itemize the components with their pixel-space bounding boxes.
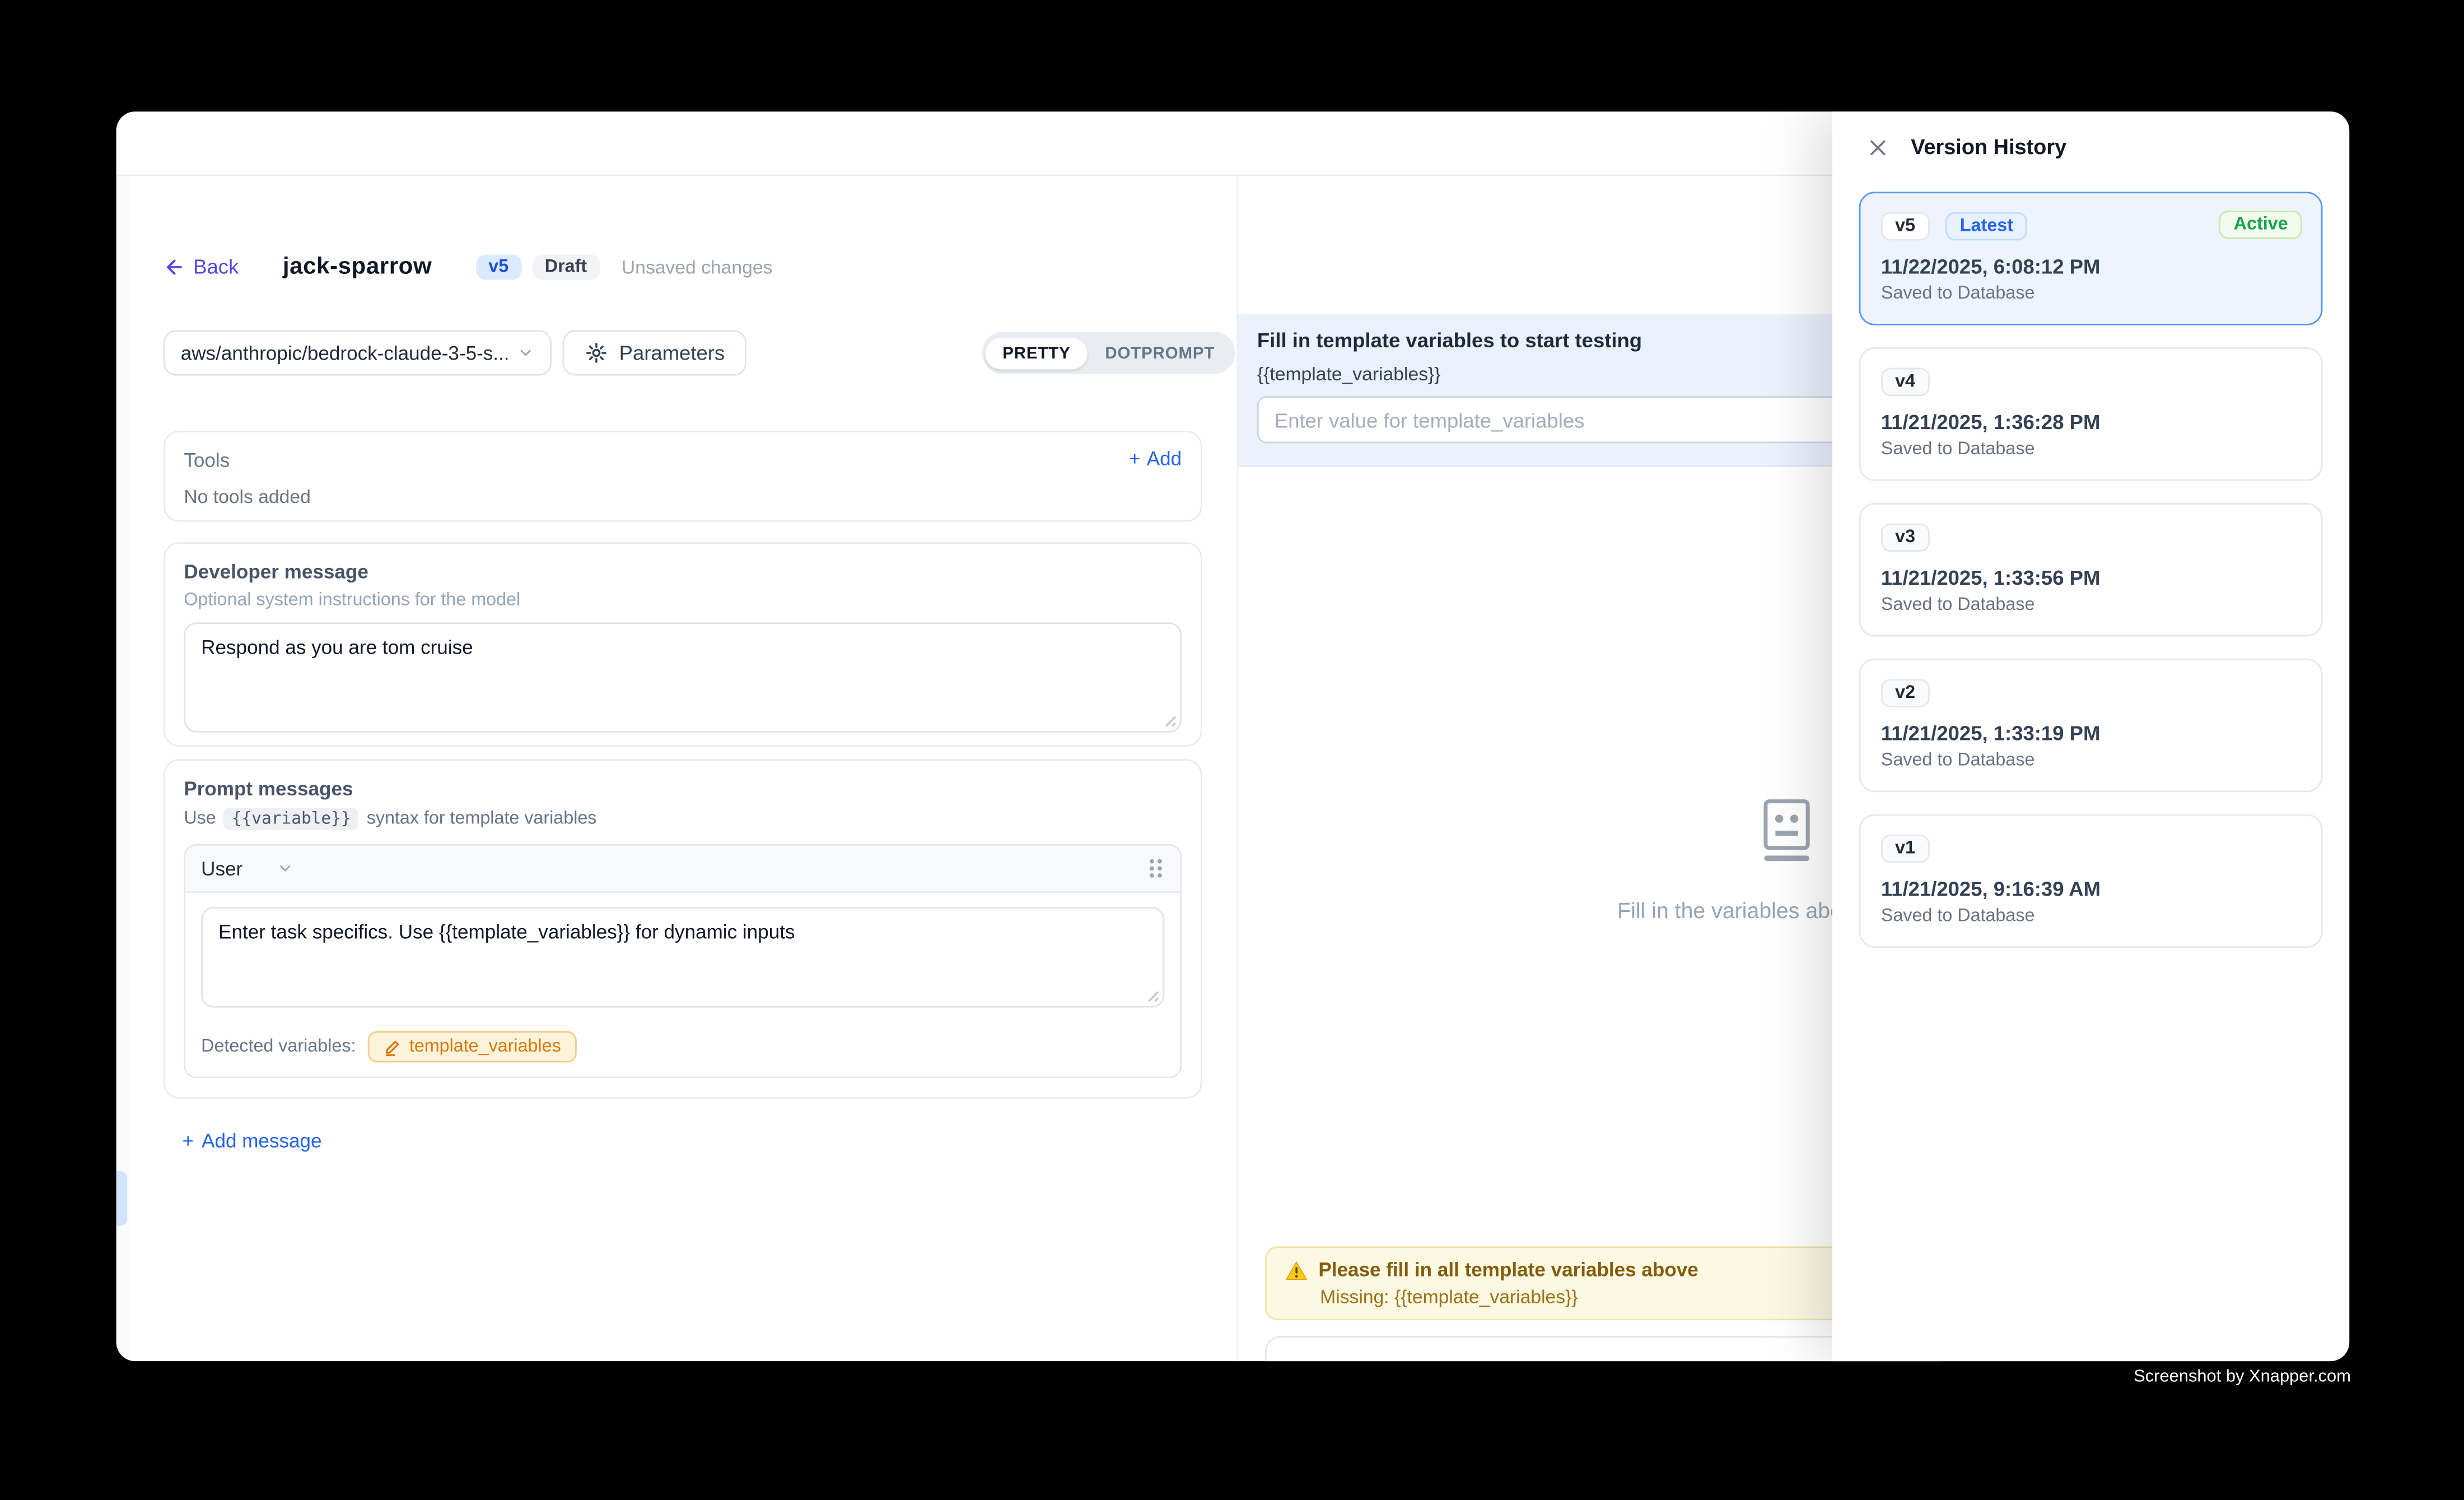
prompt-syntax-hint: Use {{variable}} syntax for template var… [184,808,1182,830]
version-history-title: Version History [1911,135,2066,159]
left-strip-indicator [116,1171,128,1226]
warning-title-text: Please fill in all template variables ab… [1318,1259,1698,1281]
left-edge-strip [116,176,130,1361]
version-list: v5 Latest Active 11/22/2025, 6:08:12 PM … [1832,179,2349,948]
version-status: Saved to Database [1881,440,2300,459]
draft-badge: Draft [532,254,599,279]
version-card-v4[interactable]: v4 11/21/2025, 1:36:28 PM Saved to Datab… [1859,347,2323,481]
version-date: 11/21/2025, 1:36:28 PM [1881,410,2300,434]
version-number-badge: v2 [1881,679,1929,707]
variable-syntax-chip: {{variable}} [224,808,359,830]
version-number-badge: v4 [1881,368,1929,397]
version-history-panel: Version History v5 Latest Active 11/22/2… [1832,111,2349,1361]
gear-icon [585,341,608,365]
back-button[interactable]: Back [164,255,239,278]
toggle-dotprompt[interactable]: DOTPROMPT [1088,337,1232,369]
detected-variables-label: Detected variables: [201,1037,356,1056]
version-card-v1[interactable]: v1 11/21/2025, 9:16:39 AM Saved to Datab… [1859,814,2323,948]
version-status: Saved to Database [1881,907,2300,926]
version-card-v5[interactable]: v5 Latest Active 11/22/2025, 6:08:12 PM … [1859,192,2323,325]
back-label: Back [193,255,239,278]
version-date: 11/21/2025, 1:33:56 PM [1881,566,2300,589]
detected-variable-chip[interactable]: template_variables [368,1031,577,1063]
screenshot-stage: Back jack-sparrow v5 Draft Unsaved chang… [0,0,2464,1500]
model-toolbar: aws/anthropic/bedrock-claude-3-5-s... Pa… [164,330,1215,375]
tools-title: Tools [184,450,1182,472]
version-card-v2[interactable]: v2 11/21/2025, 1:33:19 PM Saved to Datab… [1859,659,2323,793]
format-toggle: PRETTY DOTPROMPT [982,332,1235,374]
version-number-badge: v5 [1881,212,1929,241]
chevron-down-icon [517,344,534,362]
active-badge: Active [2220,211,2302,239]
role-select[interactable]: User [201,858,295,879]
version-status: Saved to Database [1881,751,2300,770]
prompt-message-block: User Enter task specifics. U [184,844,1182,1078]
prompt-messages-card: Prompt messages Use {{variable}} syntax … [164,759,1202,1098]
developer-message-title: Developer message [184,561,1182,583]
model-select-value: aws/anthropic/bedrock-claude-3-5-s... [181,342,508,364]
editor-column: Back jack-sparrow v5 Draft Unsaved chang… [130,176,1238,1361]
version-number-badge: v1 [1881,835,1929,863]
template-variable-input[interactable] [1257,396,1933,443]
toggle-pretty[interactable]: PRETTY [985,337,1088,369]
latest-badge: Latest [1946,212,2028,241]
arrow-left-icon [164,255,185,277]
developer-message-textarea[interactable]: Respond as you are tom cruise [184,622,1182,732]
prompt-messages-title: Prompt messages [184,778,1182,800]
page-title: jack-sparrow [283,253,432,280]
model-select[interactable]: aws/anthropic/bedrock-claude-3-5-s... [164,330,552,375]
tools-card: Tools + Add No tools added [164,431,1202,522]
version-card-v3[interactable]: v3 11/21/2025, 1:33:56 PM Saved to Datab… [1859,503,2323,637]
version-date: 11/22/2025, 6:08:12 PM [1881,255,2300,278]
warning-missing-text: Missing: {{template_variables}} [1320,1285,1920,1307]
warning-triangle-icon [1285,1260,1307,1280]
parameters-button[interactable]: Parameters [563,330,747,375]
version-date: 11/21/2025, 9:16:39 AM [1881,877,2300,901]
developer-message-card: Developer message Optional system instru… [164,542,1202,747]
close-icon[interactable] [1867,136,1889,158]
role-value: User [201,858,242,879]
version-number-badge: v3 [1881,523,1929,552]
version-status: Saved to Database [1881,596,2300,615]
bot-face-icon [1751,795,1823,868]
parameters-label: Parameters [619,341,725,365]
chevron-down-icon [277,860,295,877]
message-role-header: User [185,846,1180,893]
plus-icon: + [1129,448,1141,470]
add-tool-button[interactable]: + Add [1129,448,1182,470]
resize-handle-icon[interactable] [1161,712,1177,728]
user-message-textarea[interactable]: Enter task specifics. Use {{template_var… [201,907,1164,1008]
version-badge: v5 [476,254,521,279]
drag-handle-icon[interactable] [1147,856,1164,880]
resize-handle-icon[interactable] [1144,987,1160,1003]
plus-icon: + [183,1130,194,1152]
detected-variables-row: Detected variables: template_variables [185,1020,1180,1077]
unsaved-changes-label: Unsaved changes [622,255,773,277]
tools-empty-text: No tools added [184,486,1182,507]
version-date: 11/21/2025, 1:33:19 PM [1881,721,2300,745]
add-message-button[interactable]: + Add message [183,1130,322,1152]
pencil-icon [384,1038,402,1055]
watermark-text: Screenshot by Xnapper.com [2134,1367,2351,1386]
version-status: Saved to Database [1881,285,2300,304]
title-row: Back jack-sparrow v5 Draft Unsaved chang… [164,253,773,280]
developer-message-subtitle: Optional system instructions for the mod… [184,591,1182,610]
